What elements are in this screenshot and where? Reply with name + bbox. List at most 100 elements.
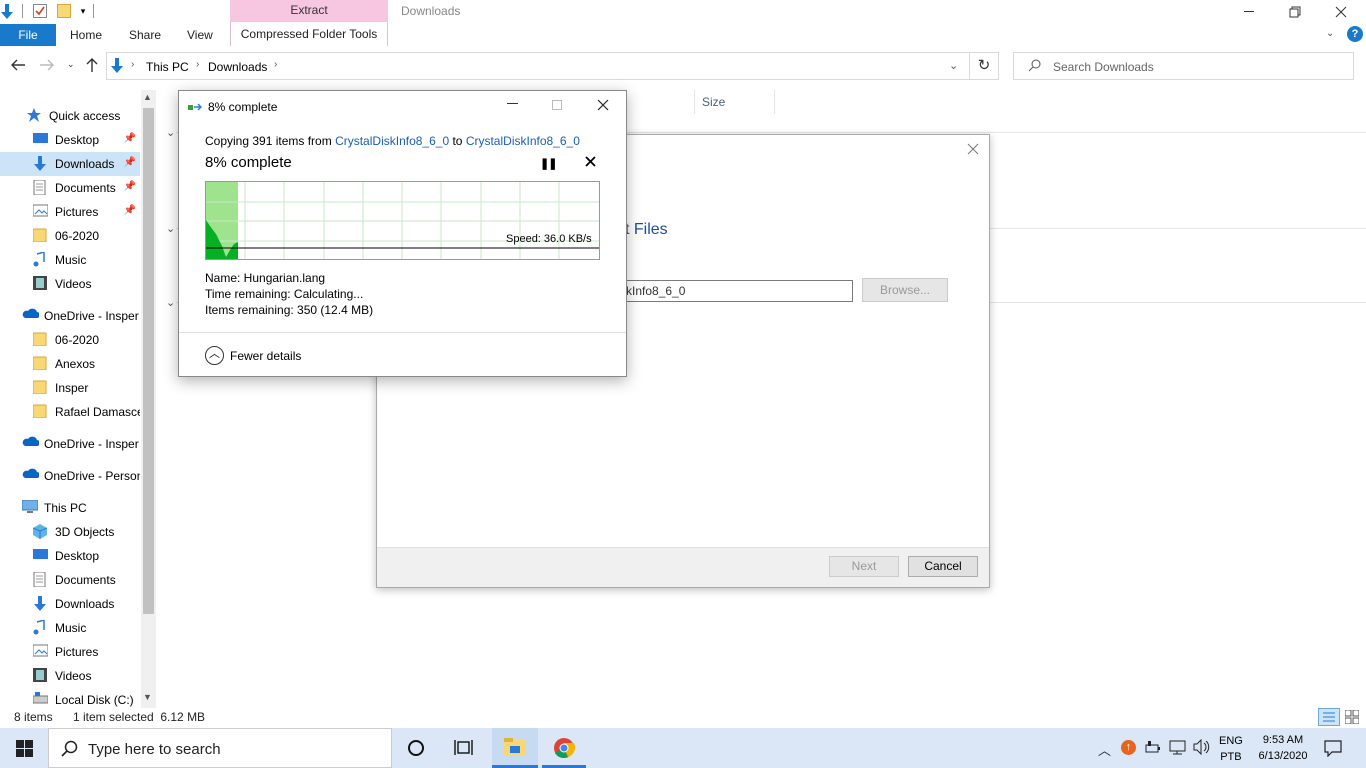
recent-locations-icon[interactable]: ⌄ [67,59,75,70]
task-view-icon[interactable] [454,739,473,759]
details-view-icon[interactable] [1318,708,1340,726]
sidebar-scroll-thumb[interactable] [143,108,154,614]
sidebar-item-label: 06-2020 [55,333,100,347]
sidebar-item-documents[interactable]: Documents 📌 [0,176,140,200]
qat-dropdown-icon[interactable]: ▾ [76,4,90,18]
help-icon[interactable]: ? [1347,26,1363,42]
destination-path-input[interactable]: kInfo8_6_0 [617,280,853,302]
destination-folder-link[interactable]: CrystalDiskInfo8_6_0 [466,134,580,148]
battery-icon[interactable] [1145,741,1161,757]
sidebar-item-pictures[interactable]: Pictures 📌 [0,200,140,224]
chrome-taskbar-button[interactable] [542,728,586,768]
refresh-button[interactable]: ↻ [970,52,999,80]
sidebar-item-downloads-pc[interactable]: Downloads [0,592,140,616]
column-header-size[interactable]: Size [702,95,725,109]
sidebar-item-06-2020[interactable]: 06-2020 [0,224,140,248]
sidebar-item-rafael-damasceno[interactable]: Rafael Damasceno [0,400,140,424]
cortana-icon[interactable] [408,740,424,756]
current-file-name: Name: Hungarian.lang [205,271,326,285]
minimize-button[interactable] [1227,0,1273,24]
restore-button[interactable] [1272,0,1318,24]
browse-button[interactable]: Browse... [862,278,948,302]
tab-compressed-folder-tools[interactable]: Compressed Folder Tools [230,22,388,46]
sidebar-item-onedrive-insper[interactable]: OneDrive - Insper [0,304,140,328]
sidebar-item-videos-pc[interactable]: Videos [0,664,140,688]
music-icon [33,251,49,268]
sidebar-item-downloads[interactable]: Downloads 📌 [0,152,140,176]
sidebar-item-pictures-pc[interactable]: Pictures [0,640,140,664]
close-button[interactable] [1318,0,1364,24]
sidebar-item-music[interactable]: Music [0,248,140,272]
sidebar-item-label: Pictures [55,645,99,659]
sidebar-item-desktop[interactable]: Desktop 📌 [0,128,140,152]
volume-icon[interactable] [1193,738,1210,758]
scroll-down-icon[interactable]: ▼ [143,692,152,702]
sidebar-item-videos[interactable]: Videos [0,272,140,296]
update-icon[interactable]: ↑ [1121,740,1136,755]
chevron-up-icon[interactable]: ︿ [205,346,224,365]
file-explorer-taskbar-button[interactable] [492,728,538,768]
desktop-icon [33,548,49,564]
tab-view[interactable]: View [187,24,213,46]
sidebar-item-onedrive-insper-2[interactable]: OneDrive - Insper [0,432,140,456]
disk-icon [32,692,49,708]
group-collapse-icon[interactable]: ⌄ [166,222,175,235]
download-arrow-icon[interactable] [0,4,14,19]
back-arrow-icon[interactable] [11,58,25,75]
sidebar-item-insper[interactable]: Insper [0,376,140,400]
group-collapse-icon[interactable]: ⌄ [166,296,175,309]
tab-home[interactable]: Home [70,24,102,46]
breadcrumb-downloads[interactable]: Downloads [208,60,267,74]
star-icon [27,108,43,124]
sidebar-item-desktop-pc[interactable]: Desktop [0,544,140,568]
maximize-button[interactable] [552,100,562,110]
sidebar-item-quick-access[interactable]: Quick access [0,104,140,128]
minimize-button[interactable] [507,97,519,112]
network-icon[interactable] [1169,740,1186,758]
sidebar-item-anexos[interactable]: Anexos [0,352,140,376]
up-arrow-icon[interactable] [86,58,98,76]
taskbar-search-box[interactable]: Type here to search [48,728,392,768]
ribbon-expand-icon[interactable]: ⌄ [1326,28,1334,39]
tray-expand-icon[interactable]: ︿ [1098,740,1111,759]
close-button[interactable] [597,99,609,114]
breadcrumb-separator-icon: › [131,59,135,70]
properties-icon[interactable] [33,4,47,18]
sidebar-item-label: Music [55,621,87,635]
sidebar-item-this-pc[interactable]: This PC [0,496,140,520]
onedrive-icon [22,308,40,324]
input-language-indicator[interactable]: ENG PTB [1219,733,1243,765]
notifications-icon[interactable] [1324,740,1342,760]
search-input[interactable]: Search Downloads [1013,52,1354,80]
clock-time: 9:53 AM [1262,734,1304,746]
address-bar[interactable]: › This PC › Downloads › ⌄ [106,52,970,80]
forward-arrow-icon[interactable] [40,58,54,75]
sidebar-item-music-pc[interactable]: Music [0,616,140,640]
clock[interactable]: 9:53 AM 6/13/2020 [1251,732,1315,764]
search-icon [1028,59,1041,75]
sidebar-item-06-2020[interactable]: 06-2020 [0,328,140,352]
sidebar-item-onedrive-personal[interactable]: OneDrive - Personal [0,464,140,488]
tab-file[interactable]: File [0,24,56,46]
windows-start-icon[interactable] [16,740,33,760]
search-placeholder: Search Downloads [1053,60,1154,74]
pause-button[interactable]: ❚❚ [540,157,557,170]
copying-to-word: to [449,134,466,148]
cancel-button[interactable]: Cancel [908,556,978,577]
breadcrumb-this-pc[interactable]: This PC [146,60,189,74]
new-folder-icon[interactable] [57,4,71,18]
group-collapse-icon[interactable]: ⌄ [166,126,175,139]
fewer-details-link[interactable]: Fewer details [230,349,301,363]
scroll-up-icon[interactable]: ▲ [143,92,152,102]
cancel-copy-button[interactable] [585,156,596,170]
address-dropdown-icon[interactable]: ⌄ [949,59,958,72]
large-icons-view-icon[interactable] [1344,709,1360,727]
source-folder-link[interactable]: CrystalDiskInfo8_6_0 [335,134,449,148]
sidebar-item-local-disk[interactable]: Local Disk (C:) [0,688,140,708]
sidebar-item-3d-objects[interactable]: 3D Objects [0,520,140,544]
wizard-close-icon[interactable] [967,143,979,158]
next-button[interactable]: Next [829,556,899,577]
tab-share[interactable]: Share [129,24,161,46]
folder-icon [32,404,49,420]
sidebar-item-documents-pc[interactable]: Documents [0,568,140,592]
